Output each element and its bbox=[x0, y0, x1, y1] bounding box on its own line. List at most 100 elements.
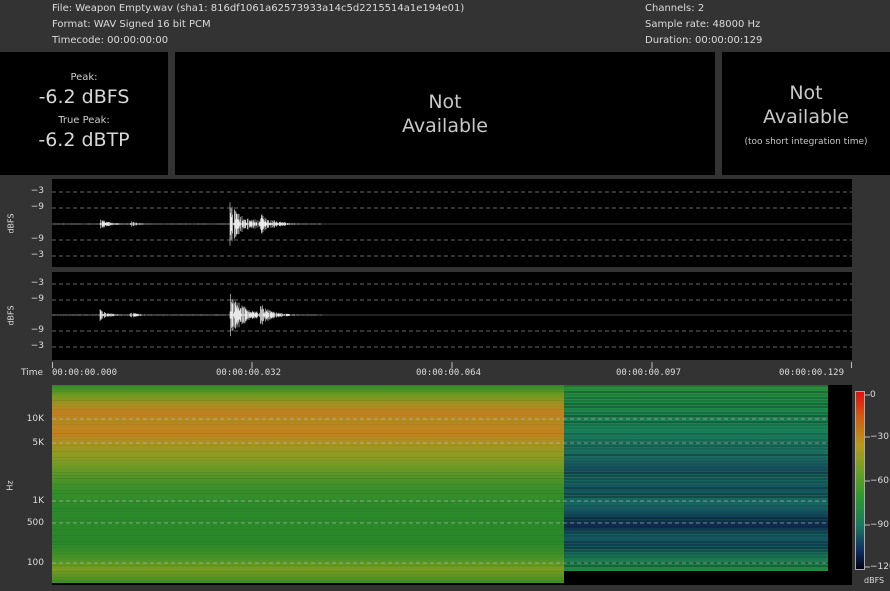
file-timecode: Timecode: 00:00:00:00 bbox=[52, 35, 169, 46]
spectrogram-band bbox=[52, 580, 564, 581]
spectrogram-band bbox=[52, 400, 564, 401]
time-tick-4: 00:00:00.129 bbox=[779, 368, 845, 378]
spectrogram-band bbox=[52, 403, 564, 404]
spectrogram-band bbox=[564, 421, 828, 423]
spectrogram-band bbox=[564, 436, 828, 438]
spectrogram-band bbox=[564, 559, 828, 561]
wave1-tick-4: −3 bbox=[30, 250, 44, 260]
duration: Duration: 00:00:00:129 bbox=[645, 35, 763, 46]
colorbar-tick-60: −60 bbox=[870, 476, 889, 486]
spectrogram-band bbox=[52, 394, 564, 395]
wave2-tick-2: −9 bbox=[30, 294, 44, 304]
spectrogram-band bbox=[52, 424, 564, 425]
true-peak-label: True Peak: bbox=[58, 115, 110, 126]
time-tick-3: 00:00:00.097 bbox=[616, 368, 682, 378]
spectrogram-band bbox=[564, 544, 828, 546]
spectrogram-band bbox=[564, 568, 828, 570]
spectrogram-band bbox=[52, 469, 564, 470]
spectrogram-band bbox=[564, 565, 828, 567]
wave2-tick-1: −3 bbox=[30, 278, 44, 288]
spectrogram-band bbox=[52, 439, 564, 440]
peak-value: -6.2 dBFS bbox=[38, 86, 130, 108]
freq-tick-500: 500 bbox=[26, 518, 44, 528]
spectrogram-band bbox=[52, 457, 564, 458]
spectrogram-band bbox=[52, 484, 564, 485]
spectrogram-band bbox=[52, 421, 564, 422]
spectrogram bbox=[52, 385, 828, 583]
spectrogram-band bbox=[564, 427, 828, 429]
spectrogram-band bbox=[564, 529, 828, 531]
spectrogram-band bbox=[52, 475, 564, 476]
spectrogram-band bbox=[564, 454, 828, 456]
integrated-na-line1: Not bbox=[789, 82, 823, 104]
time-tick-0: 00:00:00.000 bbox=[52, 368, 118, 378]
spectrogram-band bbox=[52, 505, 564, 506]
stream-info: Channels: 2 Sample rate: 48000 Hz Durati… bbox=[645, 1, 762, 49]
spectrogram-band bbox=[564, 496, 828, 498]
loudness-na-line2: Available bbox=[401, 115, 488, 137]
spectrogram-band bbox=[52, 517, 564, 518]
spectrogram-band bbox=[52, 445, 564, 446]
spectrogram-band bbox=[564, 469, 828, 471]
loudness-na-line1: Not bbox=[428, 91, 462, 113]
spectrogram-band bbox=[564, 448, 828, 450]
spectrogram-band bbox=[52, 448, 564, 449]
integrated-panel: Not Available (too short integration tim… bbox=[722, 52, 890, 175]
spectrogram-band bbox=[52, 544, 564, 545]
spectrogram-band bbox=[564, 397, 828, 399]
spectrogram-band bbox=[52, 535, 564, 536]
spectrogram-band bbox=[564, 406, 828, 408]
colorbar-tick-30: −30 bbox=[870, 432, 889, 442]
spectrogram-band bbox=[564, 526, 828, 528]
spectrogram-band bbox=[52, 529, 564, 530]
spectrogram-band bbox=[52, 502, 564, 503]
spectrogram-band bbox=[52, 460, 564, 461]
spectrogram-band bbox=[52, 493, 564, 494]
spectrogram-band bbox=[564, 409, 828, 411]
wave2-tick-3: −9 bbox=[30, 325, 44, 335]
file-info: File: Weapon Empty.wav (sha1: 816df1061a… bbox=[52, 1, 464, 49]
spectrogram-band bbox=[564, 394, 828, 396]
channels: Channels: 2 bbox=[645, 3, 705, 14]
spectrogram-band bbox=[564, 412, 828, 414]
spectrogram-band bbox=[564, 481, 828, 483]
spectrogram-band bbox=[564, 532, 828, 534]
spectrogram-band bbox=[564, 385, 828, 387]
freq-tick-5k: 5K bbox=[32, 438, 44, 448]
spectrogram-band bbox=[52, 487, 564, 488]
spectrogram-band bbox=[52, 436, 564, 437]
peak-panel: Peak: -6.2 dBFS True Peak: -6.2 dBTP bbox=[0, 52, 168, 175]
spectrogram-band bbox=[564, 478, 828, 480]
spectrogram-band bbox=[52, 406, 564, 407]
spectrogram-band bbox=[52, 511, 564, 512]
spectrogram-band bbox=[52, 550, 564, 551]
spectrogram-band bbox=[52, 490, 564, 491]
spectrogram-band bbox=[52, 574, 564, 575]
spectrogram-band bbox=[52, 478, 564, 479]
spectrogram-band bbox=[52, 568, 564, 569]
spectrogram-band bbox=[564, 424, 828, 426]
spectrogram-band bbox=[52, 559, 564, 560]
waveform-trace bbox=[52, 202, 322, 246]
waveform-1-signal bbox=[52, 202, 322, 246]
spectrogram-band bbox=[52, 427, 564, 428]
time-tick-1: 00:00:00.032 bbox=[216, 368, 282, 378]
spectrogram-band bbox=[564, 541, 828, 543]
wave1-tick-1: −3 bbox=[30, 186, 44, 196]
spectrogram-band bbox=[564, 388, 828, 390]
spectrogram-band bbox=[564, 520, 828, 522]
spectrogram-band bbox=[564, 517, 828, 519]
spectrogram-band bbox=[52, 556, 564, 557]
colorbar-tick-120: −120 bbox=[870, 562, 890, 572]
waveform-2-plot bbox=[51, 283, 852, 348]
spectrogram-band bbox=[564, 538, 828, 540]
spectrogram-band bbox=[564, 514, 828, 516]
spectrogram-band bbox=[52, 541, 564, 542]
peak-label: Peak: bbox=[70, 72, 98, 83]
waveform-1-plot bbox=[52, 191, 852, 257]
wave1-axis-label: dBFS bbox=[6, 213, 16, 234]
spectrogram-band bbox=[564, 472, 828, 474]
wave2-axis-label: dBFS bbox=[6, 305, 16, 326]
time-axis-label: Time bbox=[21, 368, 44, 378]
spectrogram-band bbox=[52, 454, 564, 455]
